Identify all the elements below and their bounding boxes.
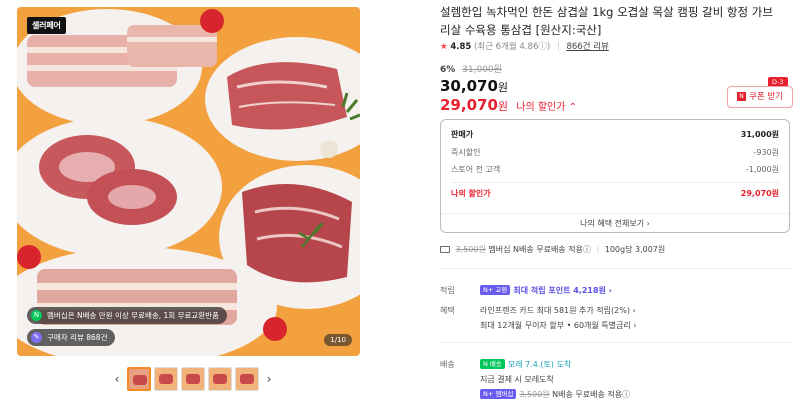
thumbnail-2[interactable] (154, 367, 178, 391)
my-price-value: 29,070 (440, 96, 498, 114)
breakdown-label: 스토어 전 고객 (451, 165, 501, 174)
breakdown-value: 29,070원 (740, 189, 779, 198)
breakdown-label: 판매가 (451, 130, 474, 139)
thumbnail-5[interactable] (235, 367, 259, 391)
original-price: 31,000원 (462, 65, 502, 75)
truck-icon (440, 246, 450, 253)
section-divider (440, 342, 792, 343)
breakdown-value: -1,000원 (745, 165, 779, 174)
thumbnail-next-arrow-icon[interactable]: › (262, 372, 276, 386)
breakdown-row: 나의 할인가 29,070원 (451, 188, 779, 199)
points-label: 적립 (440, 286, 455, 295)
rating-row: ★ 4.85 (최근 6개월 4.86ⓘ) | 866건 리뷰 (440, 42, 609, 52)
delivery-membership: N+ 멤버십 3,500원 N배송 무료배송 적용ⓘ (480, 389, 630, 400)
membership-icon: N (31, 310, 42, 321)
image-pager: 1/10 (324, 334, 352, 346)
review-count-link[interactable]: 866건 리뷰 (566, 42, 608, 52)
breakdown-row: 즉시할인 -930원 (451, 147, 779, 158)
review-icon: ✎ (31, 332, 42, 343)
product-photo (17, 7, 360, 356)
my-price-toggle[interactable]: 나의 할인가 ⌃ (516, 102, 577, 113)
breakdown-value: -930원 (753, 148, 779, 157)
breakdown-value: 31,000원 (740, 130, 779, 139)
thumbnail-4[interactable] (208, 367, 232, 391)
breakdown-row: 스토어 전 고객 -1,000원 (451, 164, 779, 175)
my-price: 29,070원 나의 할인가 ⌃ (440, 96, 577, 114)
coupon-button[interactable]: N 쿠폰 받기 (727, 86, 793, 108)
breakdown-label: 나의 할인가 (451, 189, 491, 198)
thumbnail-strip: ‹ › (110, 366, 276, 392)
arrival-date: 모레 7.4.(토) 도착 (507, 360, 572, 369)
shipping-free-text[interactable]: 멤버십 N배송 무료배송 적용ⓘ (488, 245, 591, 254)
brand-badge: 셀러페어 (27, 17, 66, 34)
star-icon: ★ (440, 42, 448, 52)
rating-score: 4.85 (450, 42, 472, 52)
review-pill[interactable]: ✎ 구매자 리뷰 868건 (27, 329, 116, 346)
membership-badge: N+ 교환 (480, 285, 511, 295)
delivery-fee-original: 3,500원 (519, 390, 550, 399)
sale-price-value: 30,070 (440, 77, 498, 95)
price-breakdown-box: 판매가 31,000원 즉시할인 -930원 스토어 전 고객 -1,000원 … (440, 119, 790, 233)
rating-recent[interactable]: (최근 6개월 4.86ⓘ) (474, 42, 550, 52)
benefits-label: 혜택 (440, 306, 455, 315)
shipping-separator: | (596, 245, 600, 254)
sale-price: 30,070원 (440, 77, 508, 95)
thumbnail-1[interactable] (127, 367, 151, 391)
delivery-arrival: N 배송 모레 7.4.(토) 도착 (480, 359, 571, 370)
points-value[interactable]: N+ 교환 최대 적립 포인트 4,218원 › (480, 285, 612, 296)
n-delivery-badge: N 배송 (480, 359, 505, 369)
delivery-free-text[interactable]: N배송 무료배송 적용ⓘ (552, 390, 630, 399)
delivery-note: 지금 결제 시 모레도착 (480, 375, 554, 384)
unit-price: 100g당 3,007원 (604, 245, 666, 254)
points-link[interactable]: 최대 적립 포인트 4,218원 › (513, 286, 612, 295)
product-main-image[interactable]: 셀러페어 N 멤버십은 N배송 만원 이상 무료배송, 1회 무료교환반품 ✎ … (17, 7, 360, 356)
thumbnail-prev-arrow-icon[interactable]: ‹ (110, 372, 124, 386)
my-price-unit: 원 (497, 100, 509, 113)
membership-pill-text: 멤버십은 N배송 만원 이상 무료배송, 1회 무료교환반품 (47, 311, 219, 320)
member-badge: N+ 멤버십 (480, 389, 517, 399)
view-all-benefits-button[interactable]: 나의 혜택 전체보기 › (441, 213, 789, 233)
discount-row: 6% 31,000원 (440, 62, 502, 75)
review-pill-text: 구매자 리뷰 868건 (47, 333, 108, 342)
breakdown-row: 판매가 31,000원 (451, 129, 779, 140)
coupon-label: 쿠폰 받기 (749, 92, 783, 102)
product-title: 설렘한입 녹차먹인 한돈 삼겹살 1kg 오겹살 목살 캠핑 갈비 항정 가브리… (440, 5, 773, 37)
section-divider (440, 268, 792, 269)
coupon-icon: N (737, 92, 746, 101)
sale-price-unit: 원 (497, 81, 509, 94)
breakdown-label: 즉시할인 (451, 148, 481, 157)
benefit-card-link[interactable]: 라인프렌즈 카드 최대 581원 추가 적립(2%) › (480, 305, 636, 316)
membership-pill: N 멤버십은 N배송 만원 이상 무료배송, 1회 무료교환반품 (27, 307, 227, 324)
discount-percent: 6% (440, 65, 456, 75)
breakdown-divider (451, 182, 779, 183)
thumbnail-3[interactable] (181, 367, 205, 391)
shipping-fee-original: 3,500원 (455, 245, 486, 254)
delivery-label: 배송 (440, 360, 455, 369)
benefit-installment-link[interactable]: 최대 12개월 무이자 할부 • 60개월 특별금리 › (480, 320, 636, 331)
shipping-summary: 3,500원 멤버십 N배송 무료배송 적용ⓘ | 100g당 3,007원 (440, 244, 665, 255)
